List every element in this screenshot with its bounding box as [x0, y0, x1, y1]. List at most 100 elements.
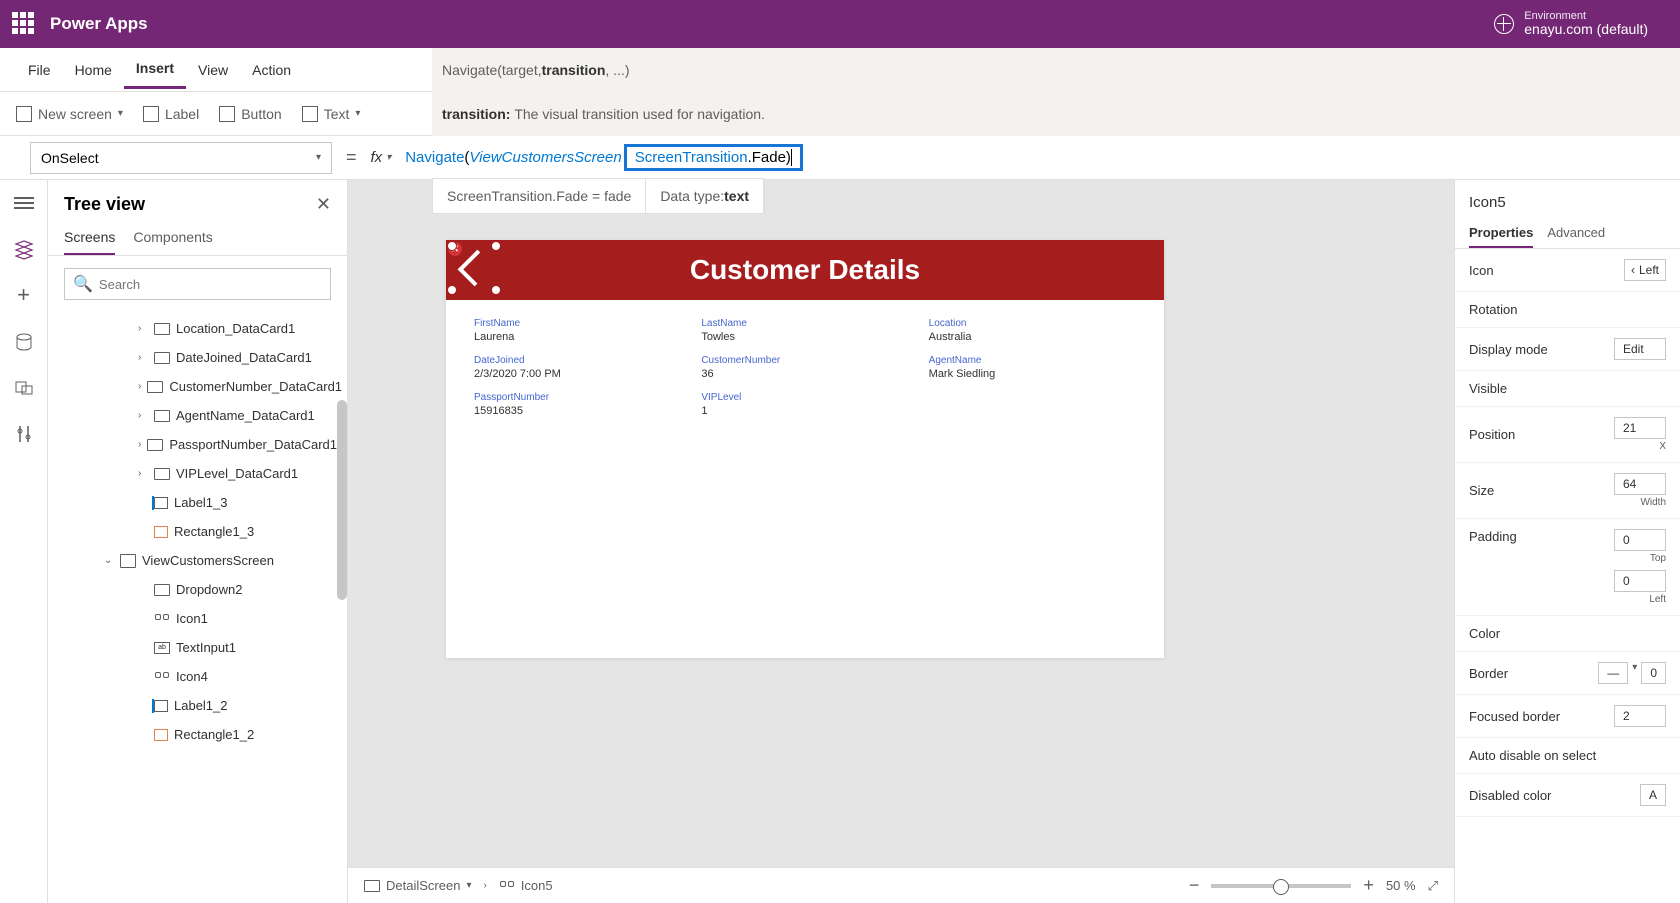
- screen-icon: [120, 554, 136, 568]
- tools-icon[interactable]: [14, 424, 34, 444]
- icon-control-icon: [154, 613, 170, 625]
- datacard-icon: [147, 439, 163, 451]
- tree-item[interactable]: ›CustomerNumber_DataCard1: [48, 372, 347, 401]
- prop-icon[interactable]: Icon ‹Left: [1455, 249, 1680, 292]
- environment-value: enayu.com (default): [1524, 22, 1648, 37]
- formula-signature: Navigate(target, transition, ...): [432, 48, 1680, 92]
- tree-view-icon[interactable]: [14, 240, 34, 260]
- resize-handle[interactable]: [491, 285, 501, 295]
- chevron-down-icon: ▾: [316, 152, 321, 163]
- zoom-in-button[interactable]: +: [1363, 875, 1374, 896]
- breadcrumb-selected[interactable]: Icon5: [499, 878, 553, 893]
- menu-bar: File Home Insert View Action Navigate(ta…: [0, 48, 1680, 92]
- menu-action[interactable]: Action: [240, 52, 303, 88]
- menu-insert[interactable]: Insert: [124, 50, 186, 89]
- zoom-out-button[interactable]: −: [1189, 875, 1200, 896]
- data-icon[interactable]: [14, 332, 34, 352]
- label-button[interactable]: Label: [143, 106, 199, 122]
- label-icon: [154, 497, 168, 509]
- resize-handle[interactable]: [447, 285, 457, 295]
- icon-control-icon: [154, 671, 170, 683]
- screen-title: Customer Details: [690, 254, 920, 286]
- icon-control-icon: [499, 880, 515, 892]
- screen-header: ✕ Customer Details: [446, 240, 1164, 300]
- textinput-icon: ab: [154, 642, 170, 654]
- zoom-controls: − + 50 % ⤢: [1189, 875, 1438, 896]
- tree-title: Tree view: [64, 194, 145, 215]
- resize-handle[interactable]: [491, 241, 501, 251]
- tree-item[interactable]: Icon4: [48, 662, 347, 691]
- formula-bar: OnSelect ▾ = fx ▾ Navigate(ViewCustomers…: [0, 136, 1680, 180]
- label-icon: [154, 700, 168, 712]
- ribbon: New screen ▾ Label Button Text ▾ transit…: [0, 92, 1680, 136]
- prop-disabled-color[interactable]: Disabled color A: [1455, 774, 1680, 817]
- prop-position[interactable]: Position 21X: [1455, 407, 1680, 463]
- tree-item[interactable]: Rectangle1_3: [48, 517, 347, 546]
- menu-file[interactable]: File: [16, 52, 63, 88]
- tab-properties[interactable]: Properties: [1469, 219, 1533, 248]
- tree-list[interactable]: ›Location_DataCard1 ›DateJoined_DataCard…: [48, 312, 347, 903]
- prop-auto-disable[interactable]: Auto disable on select: [1455, 738, 1680, 774]
- highlighted-argument: ScreenTransition.Fade): [624, 144, 803, 171]
- tree-item[interactable]: Label1_3: [48, 488, 347, 517]
- prop-focused-border[interactable]: Focused border 2: [1455, 695, 1680, 738]
- close-icon[interactable]: ✕: [316, 194, 331, 215]
- tree-item[interactable]: ›PassportNumber_DataCard1: [48, 430, 347, 459]
- tab-components[interactable]: Components: [133, 221, 212, 255]
- datacard-icon: [154, 352, 170, 364]
- chevron-left-icon: [458, 250, 495, 287]
- resize-handle[interactable]: [447, 241, 457, 251]
- tree-item[interactable]: ›DateJoined_DataCard1: [48, 343, 347, 372]
- prop-visible[interactable]: Visible: [1455, 371, 1680, 407]
- tree-item[interactable]: Dropdown2: [48, 575, 347, 604]
- form-display: FirstNameLaurena LastNameTowles Location…: [446, 300, 1164, 435]
- datacard-icon: [154, 323, 170, 335]
- tree-search[interactable]: 🔍: [64, 268, 331, 300]
- formula-input[interactable]: Navigate(ViewCustomersScreen ScreenTrans…: [397, 136, 1680, 180]
- text-icon: [302, 106, 318, 122]
- breadcrumb-screen[interactable]: DetailScreen ▾: [364, 878, 471, 893]
- tree-item[interactable]: ›AgentName_DataCard1: [48, 401, 347, 430]
- tree-item[interactable]: ›Location_DataCard1: [48, 314, 347, 343]
- selected-back-icon[interactable]: ✕: [452, 246, 496, 290]
- tab-screens[interactable]: Screens: [64, 221, 115, 255]
- zoom-slider[interactable]: [1211, 884, 1351, 888]
- new-screen-button[interactable]: New screen ▾: [16, 106, 123, 122]
- tree-item[interactable]: Label1_2: [48, 691, 347, 720]
- fit-screen-icon[interactable]: ⤢: [1428, 878, 1438, 894]
- tree-item[interactable]: Icon1: [48, 604, 347, 633]
- prop-rotation[interactable]: Rotation: [1455, 292, 1680, 328]
- button-button[interactable]: Button: [219, 106, 281, 122]
- menu-view[interactable]: View: [186, 52, 240, 88]
- app-header: Power Apps Environment enayu.com (defaul…: [0, 0, 1680, 48]
- environment-picker[interactable]: Environment enayu.com (default): [1494, 10, 1648, 37]
- chevron-down-icon: ▾: [466, 880, 471, 891]
- prop-color[interactable]: Color: [1455, 616, 1680, 652]
- datacard-icon: [154, 468, 170, 480]
- hamburger-icon[interactable]: [14, 194, 34, 214]
- environment-label: Environment: [1524, 10, 1648, 22]
- prop-size[interactable]: Size 64Width: [1455, 463, 1680, 519]
- canvas[interactable]: ✕ Customer Details FirstNameLaurena Last…: [348, 180, 1454, 903]
- tree-item[interactable]: ›VIPLevel_DataCard1: [48, 459, 347, 488]
- app-title: Power Apps: [50, 14, 148, 34]
- prop-border[interactable]: Border —▾ 0: [1455, 652, 1680, 695]
- app-launcher-icon[interactable]: [12, 12, 36, 36]
- tree-item[interactable]: abTextInput1: [48, 633, 347, 662]
- prop-display-mode[interactable]: Display mode Edit: [1455, 328, 1680, 371]
- text-button[interactable]: Text ▾: [302, 106, 361, 122]
- selected-control-name: Icon5: [1455, 180, 1680, 219]
- property-selector[interactable]: OnSelect ▾: [30, 142, 332, 174]
- tab-advanced[interactable]: Advanced: [1547, 219, 1605, 248]
- scrollbar[interactable]: [337, 400, 347, 600]
- fx-icon[interactable]: fx ▾: [371, 149, 398, 166]
- menu-home[interactable]: Home: [63, 52, 124, 88]
- tree-item-screen[interactable]: ⌄ViewCustomersScreen: [48, 546, 347, 575]
- prop-padding[interactable]: Padding 0Top 0Left: [1455, 519, 1680, 616]
- add-icon[interactable]: +: [14, 286, 34, 306]
- search-input[interactable]: [99, 277, 322, 292]
- tree-item[interactable]: Rectangle1_2: [48, 720, 347, 749]
- breadcrumb-bar: DetailScreen ▾ › Icon5 − + 50 % ⤢: [348, 867, 1454, 903]
- media-icon[interactable]: [14, 378, 34, 398]
- screen-preview[interactable]: ✕ Customer Details FirstNameLaurena Last…: [446, 240, 1164, 658]
